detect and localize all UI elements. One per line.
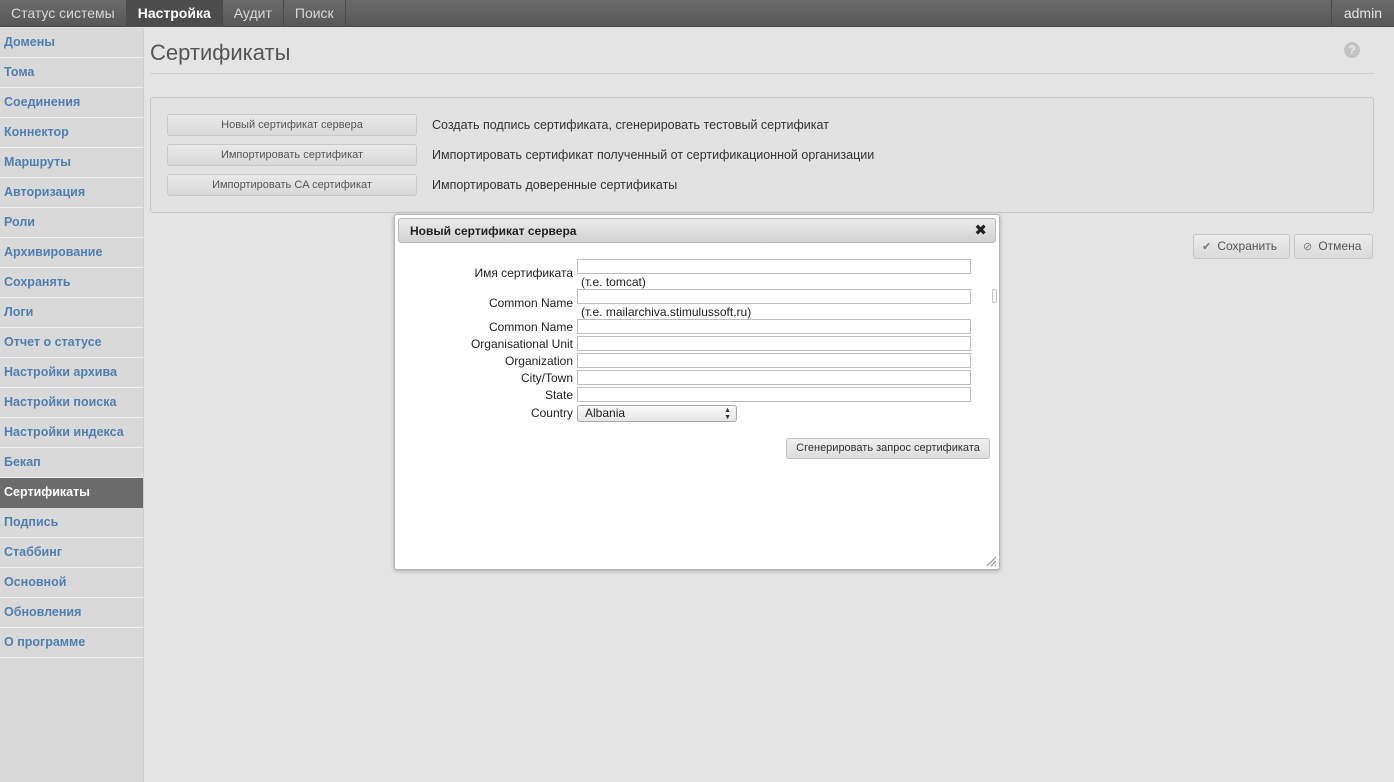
state-input[interactable] [577, 387, 971, 402]
nav-item-settings[interactable]: Настройка [126, 0, 223, 27]
sidebar-item-certificates[interactable]: Сертификаты [0, 478, 143, 508]
dialog-header[interactable]: Новый сертификат сервера ✖ [398, 218, 996, 243]
organisational-unit-input[interactable] [577, 336, 971, 351]
organization-input[interactable] [577, 353, 971, 368]
sidebar: Домены Тома Соединения Коннектор Маршрут… [0, 28, 144, 782]
common-name-label-2: Common Name [488, 320, 573, 334]
sidebar-item-status-report[interactable]: Отчет о статусе [0, 328, 143, 358]
save-button[interactable]: ✔ Сохранить [1193, 234, 1290, 259]
user-menu[interactable]: admin [1330, 0, 1394, 27]
action-description: Создать подпись сертификата, сгенерирова… [432, 118, 829, 132]
sidebar-item-archiving[interactable]: Архивирование [0, 238, 143, 268]
top-navbar: Статус системы Настройка Аудит Поиск adm… [0, 0, 1394, 27]
sidebar-item-authorization[interactable]: Авторизация [0, 178, 143, 208]
certificate-name-hint: (т.е. tomcat) [581, 275, 646, 289]
sidebar-item-backup[interactable]: Бекап [0, 448, 143, 478]
common-name-hint: (т.е. mailarchiva.stimulussoft.ru) [581, 305, 752, 319]
organization-label: Organization [504, 354, 573, 368]
sidebar-item-routes[interactable]: Маршруты [0, 148, 143, 178]
import-ca-certificate-button[interactable]: Импортировать CA сертификат [167, 174, 417, 196]
resize-handle-icon[interactable] [985, 555, 997, 567]
country-label: Country [530, 406, 573, 420]
action-description: Импортировать доверенные сертификаты [432, 178, 678, 192]
country-select-value: Albania [585, 406, 626, 420]
sidebar-item-logs[interactable]: Логи [0, 298, 143, 328]
top-nav-menu: Статус системы Настройка Аудит Поиск [0, 0, 1394, 27]
certificate-actions-panel: Новый сертификат сервера Создать подпись… [150, 97, 1374, 213]
save-button-label: Сохранить [1217, 239, 1277, 253]
certificate-name-label: Имя сертификата [474, 266, 573, 280]
sidebar-item-volumes[interactable]: Тома [0, 58, 143, 88]
page-title: Сертификаты [150, 40, 291, 65]
cancel-button-label: Отмена [1318, 239, 1362, 253]
sidebar-item-search-settings[interactable]: Настройки поиска [0, 388, 143, 418]
country-select[interactable]: Albania ▲ ▼ [577, 405, 737, 422]
new-server-certificate-button[interactable]: Новый сертификат сервера [167, 114, 417, 136]
city-input[interactable] [577, 370, 971, 385]
common-name-label: Common Name [488, 296, 573, 310]
common-name-input-2[interactable] [577, 319, 971, 334]
sidebar-item-index-settings[interactable]: Настройки индекса [0, 418, 143, 448]
sidebar-item-retention[interactable]: Сохранять [0, 268, 143, 298]
title-divider [150, 73, 1374, 74]
sidebar-item-connector[interactable]: Коннектор [0, 118, 143, 148]
state-label: State [544, 388, 573, 402]
sidebar-item-domains[interactable]: Домены [0, 28, 143, 58]
sidebar-item-archive-settings[interactable]: Настройки архива [0, 358, 143, 388]
sidebar-item-connections[interactable]: Соединения [0, 88, 143, 118]
new-server-certificate-dialog: Новый сертификат сервера ✖ Имя сертифика… [394, 214, 1000, 570]
import-certificate-button[interactable]: Импортировать сертификат [167, 144, 417, 166]
sidebar-item-roles[interactable]: Роли [0, 208, 143, 238]
organisational-unit-label: Organisational Unit [470, 337, 573, 351]
close-icon[interactable]: ✖ [974, 219, 987, 243]
city-label: City/Town [520, 371, 573, 385]
sidebar-item-signature[interactable]: Подпись [0, 508, 143, 538]
nav-item-search[interactable]: Поиск [284, 0, 346, 27]
cancel-icon: ⊘ [1303, 241, 1313, 253]
nav-item-audit[interactable]: Аудит [223, 0, 284, 27]
common-name-input[interactable] [577, 289, 971, 304]
select-arrows-icon: ▲ ▼ [724, 407, 731, 421]
sidebar-item-about[interactable]: О программе [0, 628, 143, 658]
action-description: Импортировать сертификат полученный от с… [432, 148, 875, 162]
certificate-name-input[interactable] [577, 259, 971, 274]
checkmark-icon: ✔ [1202, 241, 1212, 253]
question-icon[interactable]: ? [1344, 42, 1360, 58]
sidebar-item-general[interactable]: Основной [0, 568, 143, 598]
nav-item-system-status[interactable]: Статус системы [0, 0, 127, 27]
dialog-title: Новый сертификат сервера [410, 224, 577, 238]
generate-csr-button[interactable]: Сгенерировать запрос сертификата [786, 438, 990, 459]
cancel-button[interactable]: ⊘ Отмена [1294, 234, 1373, 259]
scrollbar[interactable] [992, 289, 997, 303]
sidebar-item-stubbing[interactable]: Стаббинг [0, 538, 143, 568]
sidebar-item-updates[interactable]: Обновления [0, 598, 143, 628]
